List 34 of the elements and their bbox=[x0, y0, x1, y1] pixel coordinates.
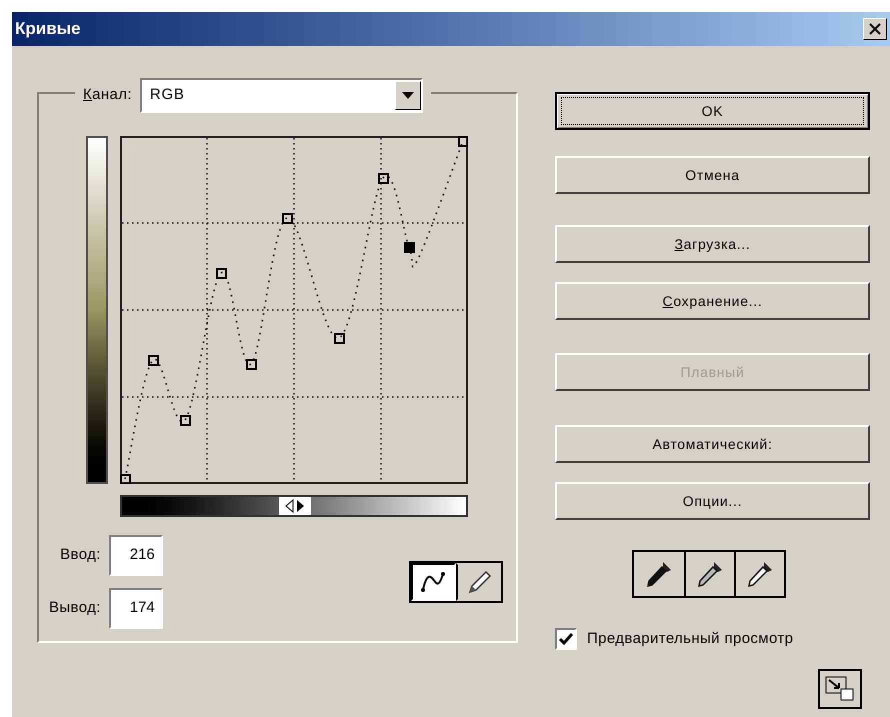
control-point[interactable] bbox=[378, 173, 389, 184]
channel-select[interactable]: RGB bbox=[140, 78, 423, 113]
preview-label: Предварительный просмотр bbox=[587, 629, 794, 649]
close-icon bbox=[869, 23, 881, 35]
dropdown-button[interactable] bbox=[394, 81, 421, 110]
resize-icon bbox=[825, 676, 855, 702]
output-label: Вывод: bbox=[49, 598, 101, 618]
channel-label: Канал: bbox=[83, 85, 132, 106]
dialog-button[interactable]: Автоматический: bbox=[555, 425, 870, 463]
preview-checkbox[interactable] bbox=[555, 628, 577, 650]
control-point[interactable] bbox=[148, 355, 159, 366]
input-field[interactable]: 216 bbox=[108, 535, 163, 576]
control-point[interactable] bbox=[120, 474, 131, 484]
control-point[interactable] bbox=[180, 415, 191, 426]
dialog-button[interactable]: Опции... bbox=[555, 482, 870, 520]
select-value: RGB bbox=[148, 85, 185, 106]
output-field[interactable]: 174 bbox=[108, 588, 163, 629]
close-button[interactable] bbox=[863, 18, 887, 40]
control-point[interactable] bbox=[458, 136, 468, 147]
gradient-toggle-icon[interactable] bbox=[279, 497, 311, 515]
control-point[interactable] bbox=[282, 213, 293, 224]
caret-icon bbox=[402, 92, 414, 99]
dialog-button[interactable]: OK bbox=[555, 92, 870, 130]
control-point[interactable] bbox=[246, 359, 257, 370]
control-point[interactable] bbox=[334, 333, 345, 344]
resize-button[interactable] bbox=[818, 668, 862, 708]
dialog-button[interactable]: Отмена bbox=[555, 156, 870, 194]
dialog-button[interactable]: Сохранение... bbox=[555, 282, 870, 320]
input-label: Ввод: bbox=[59, 545, 101, 566]
window-title: Кривые bbox=[15, 18, 81, 40]
control-point[interactable] bbox=[216, 268, 227, 279]
checkmark-icon bbox=[559, 633, 573, 646]
dialog-button[interactable]: Загрузка... bbox=[555, 225, 870, 263]
curve-tool-button[interactable] bbox=[411, 563, 456, 601]
